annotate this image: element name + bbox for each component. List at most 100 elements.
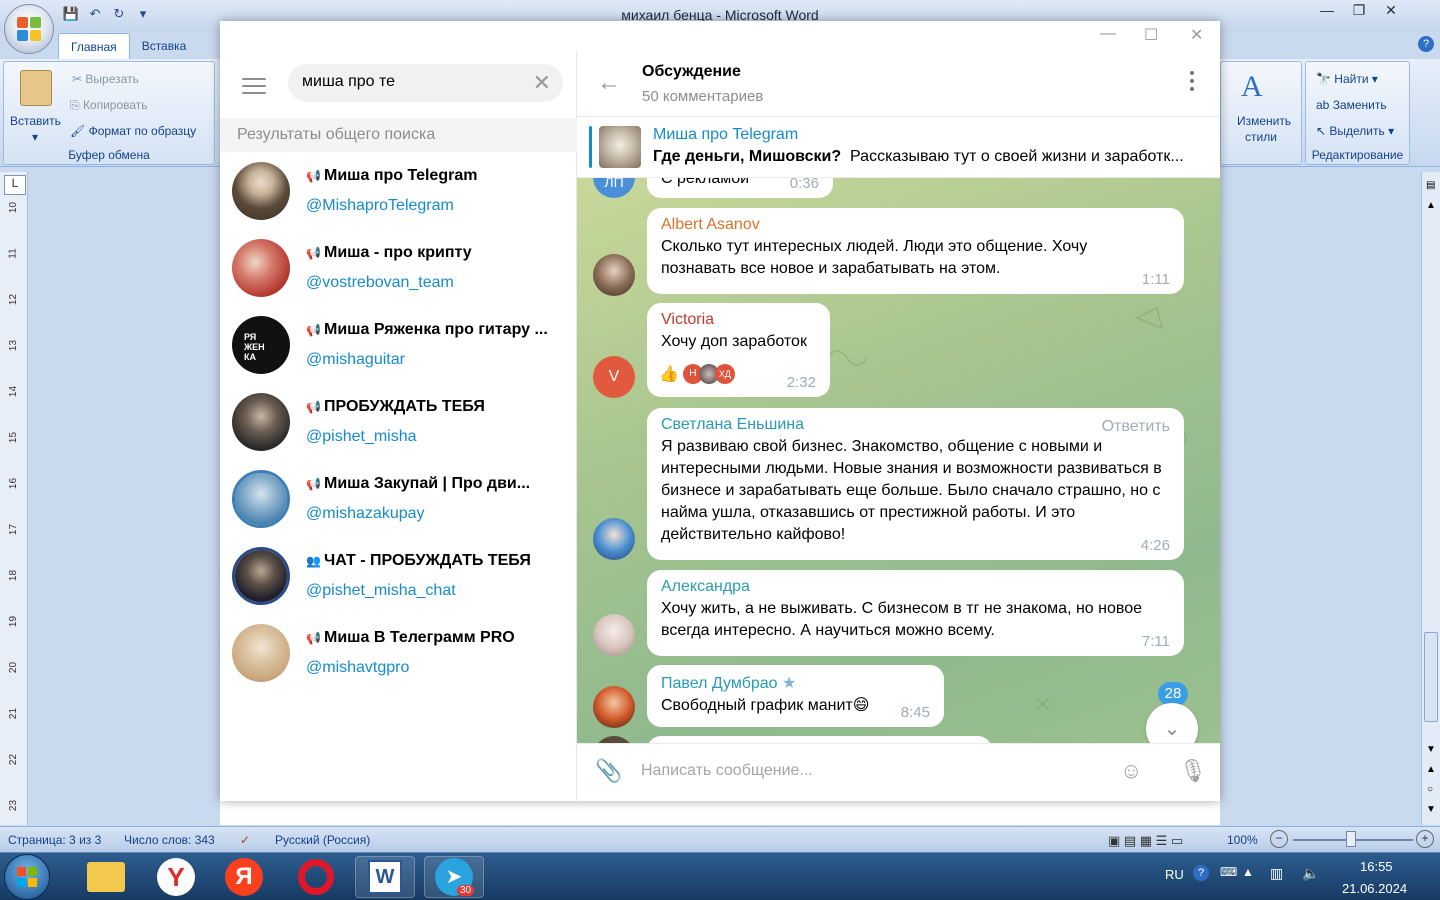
search-result-item[interactable]: РЯ ЖЕН КА 📢 Миша Ряженка про гитару ... @… bbox=[220, 306, 577, 383]
search-result-item[interactable]: 👥 ЧАТ - ПРОБУЖДАТЬ ТЕБЯ @pishet_misha_cha… bbox=[220, 537, 577, 614]
message-author[interactable]: Светлана Еньшина bbox=[661, 416, 1170, 434]
reactions[interactable]: 👍 Н ХД bbox=[659, 363, 735, 385]
paste-icon[interactable] bbox=[20, 70, 52, 106]
page-count[interactable]: Страница: 3 из 3 bbox=[8, 833, 101, 847]
taskbar-explorer[interactable] bbox=[76, 856, 136, 898]
avatar[interactable] bbox=[593, 686, 635, 728]
redo-icon[interactable]: ↻ bbox=[110, 6, 128, 24]
tray-help-icon[interactable]: ? bbox=[1193, 865, 1209, 881]
message-bubble[interactable]: Victoria Хочу доп заработок 👍 Н ХД 2:32 bbox=[647, 303, 830, 397]
search-result-item[interactable]: 📢 Миша - про крипту @vostrebovan_team bbox=[220, 229, 577, 306]
emoji-icon[interactable]: ☺ bbox=[1120, 758, 1142, 784]
search-result-item[interactable]: 📢 Миша В Телеграмм PRO @mishavtgpro bbox=[220, 614, 577, 691]
tg-minimize-button[interactable]: — bbox=[1100, 25, 1116, 43]
microphone-icon[interactable]: 🎙 bbox=[1179, 758, 1207, 784]
find-button[interactable]: 🔭 Найти ▾ bbox=[1316, 72, 1378, 86]
cut-button[interactable]: ✂ Вырезать bbox=[72, 72, 139, 86]
select-browse-object-icon[interactable]: ○ bbox=[1427, 784, 1433, 795]
taskbar-opera[interactable] bbox=[286, 856, 346, 898]
message-bubble[interactable] bbox=[647, 736, 992, 743]
pinned-message[interactable]: Миша про Telegram Где деньги, Мишовски? … bbox=[577, 118, 1220, 178]
message-author[interactable]: Victoria bbox=[661, 311, 816, 329]
replace-button[interactable]: ab Заменить bbox=[1316, 98, 1387, 112]
close-button[interactable]: ✕ bbox=[1376, 2, 1406, 22]
start-button[interactable] bbox=[4, 854, 50, 900]
taskbar-yandex[interactable]: Я bbox=[214, 856, 274, 898]
search-result-item[interactable]: 📢 Миша Закупай | Про дви... @mishazakupay bbox=[220, 460, 577, 537]
taskbar-telegram[interactable]: ➤ 30 bbox=[424, 856, 484, 898]
telegram-title-bar: — ☐ ✕ bbox=[220, 21, 1220, 51]
taskbar-word[interactable]: W bbox=[355, 856, 415, 898]
search-result-item[interactable]: 📢 Миша про Telegram @MishaproTelegram bbox=[220, 152, 577, 229]
scroll-up-icon[interactable]: ▲ bbox=[1426, 200, 1436, 211]
zoom-out-icon[interactable]: − bbox=[1270, 830, 1288, 848]
avatar[interactable] bbox=[593, 518, 635, 560]
view-buttons[interactable]: ▣ ▤ ▦ ☰ ▭ bbox=[1108, 833, 1183, 849]
search-box[interactable]: ✕ bbox=[288, 64, 563, 102]
maximize-button[interactable]: ❐ bbox=[1344, 2, 1374, 22]
next-page-icon[interactable]: ▼ bbox=[1426, 804, 1436, 815]
copy-button[interactable]: ⎘ Копировать bbox=[70, 98, 148, 113]
tray-app-icon[interactable]: ⌨ bbox=[1220, 865, 1237, 879]
avatar[interactable] bbox=[593, 254, 635, 296]
proofing-icon[interactable]: ✓ bbox=[240, 833, 250, 847]
change-styles-icon[interactable]: A bbox=[1241, 70, 1263, 104]
message-author[interactable]: Александра bbox=[661, 578, 1170, 596]
zoom-in-icon[interactable]: + bbox=[1416, 830, 1434, 848]
taskbar-yandex-browser[interactable]: Y bbox=[146, 856, 206, 898]
tab-selector[interactable]: L bbox=[4, 175, 26, 195]
styles-label[interactable]: стили bbox=[1245, 130, 1277, 144]
paste-button[interactable]: Вставить bbox=[10, 114, 61, 128]
help-icon[interactable]: ? bbox=[1418, 36, 1434, 52]
message-input[interactable] bbox=[641, 762, 1101, 780]
result-name: Миша про Telegram bbox=[324, 167, 478, 184]
more-options-icon[interactable] bbox=[1190, 71, 1196, 95]
vertical-scrollbar[interactable]: ▤ ▲ ▼ ▲ ○ ▼ bbox=[1421, 172, 1440, 825]
message-bubble[interactable]: Павел Думбрао ★ Свободный график манит😄 … bbox=[647, 665, 944, 727]
message-bubble[interactable]: Albert Asanov Сколько тут интересных люд… bbox=[647, 208, 1184, 294]
volume-icon[interactable]: 🔈 bbox=[1302, 865, 1319, 882]
office-button[interactable] bbox=[4, 4, 54, 54]
chat-title[interactable]: Обсуждение bbox=[642, 63, 741, 81]
tray-expand-icon[interactable]: ▲ bbox=[1242, 865, 1254, 879]
scrollbar-thumb[interactable] bbox=[1424, 632, 1438, 722]
message-author[interactable]: Павел Думбрао ★ bbox=[661, 673, 930, 693]
tab-insert[interactable]: Вставка bbox=[130, 33, 199, 59]
format-painter-button[interactable]: 🖌 Формат по образцу bbox=[70, 124, 196, 138]
clock-date[interactable]: 21.06.2024 bbox=[1342, 881, 1407, 896]
tg-maximize-button[interactable]: ☐ bbox=[1144, 25, 1158, 45]
minimize-button[interactable]: — bbox=[1312, 2, 1342, 22]
back-arrow-icon[interactable]: ← bbox=[597, 69, 621, 97]
clock-time[interactable]: 16:55 bbox=[1360, 859, 1393, 874]
ruler-toggle-icon[interactable]: ▤ bbox=[1426, 180, 1435, 191]
menu-icon[interactable] bbox=[242, 78, 266, 99]
tab-home[interactable]: Главная bbox=[58, 33, 130, 59]
network-icon[interactable]: ▥ bbox=[1270, 865, 1283, 882]
message-feed[interactable]: ЛП С рекламой 0:36 Albert Asanov Сколько… bbox=[577, 178, 1220, 743]
reply-link[interactable]: Ответить bbox=[1102, 418, 1170, 436]
attach-icon[interactable]: 📎 bbox=[595, 758, 622, 784]
language-status[interactable]: Русский (Россия) bbox=[275, 833, 370, 847]
zoom-slider-thumb[interactable] bbox=[1346, 831, 1356, 847]
language-indicator[interactable]: RU bbox=[1165, 867, 1184, 882]
message-bubble[interactable]: С рекламой 0:36 bbox=[647, 178, 833, 198]
message-bubble[interactable]: Светлана Еньшина Ответить Я развиваю сво… bbox=[647, 408, 1184, 560]
word-count[interactable]: Число слов: 343 bbox=[124, 833, 215, 847]
message-author[interactable]: Albert Asanov bbox=[661, 216, 1170, 234]
change-styles-label[interactable]: Изменить bbox=[1237, 114, 1291, 128]
search-input[interactable] bbox=[302, 73, 522, 91]
scroll-down-icon[interactable]: ▼ bbox=[1426, 744, 1436, 755]
avatar[interactable]: V bbox=[593, 356, 635, 398]
tg-close-button[interactable]: ✕ bbox=[1190, 25, 1203, 45]
message-bubble[interactable]: Александра Хочу жить, а не выживать. С б… bbox=[647, 570, 1184, 656]
qat-dropdown-icon[interactable]: ▾ bbox=[134, 6, 152, 24]
clear-search-icon[interactable]: ✕ bbox=[533, 70, 551, 96]
save-icon[interactable]: 💾 bbox=[62, 6, 80, 24]
select-button[interactable]: ↖ Выделить ▾ bbox=[1316, 124, 1394, 138]
search-result-item[interactable]: 📢 ПРОБУЖДАТЬ ТЕБЯ @pishet_misha bbox=[220, 383, 577, 460]
paste-dropdown-icon[interactable]: ▾ bbox=[32, 130, 38, 144]
zoom-level[interactable]: 100% bbox=[1227, 833, 1258, 847]
avatar[interactable] bbox=[593, 614, 635, 656]
prev-page-icon[interactable]: ▲ bbox=[1426, 764, 1436, 775]
undo-icon[interactable]: ↶ bbox=[86, 6, 104, 24]
